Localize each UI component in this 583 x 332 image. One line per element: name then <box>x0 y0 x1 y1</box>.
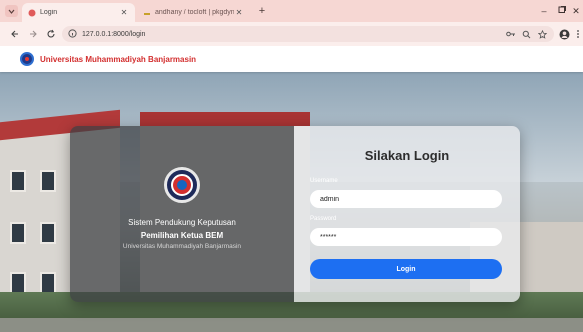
brand-name[interactable]: Universitas Muhammadiyah Banjarmasin <box>40 55 196 64</box>
login-heading: Silakan Login <box>364 148 450 163</box>
password-input[interactable] <box>310 228 502 246</box>
reload-icon[interactable] <box>45 28 57 40</box>
zoom-icon[interactable] <box>520 28 532 40</box>
tab-login[interactable]: Login ✕ <box>22 3 135 22</box>
background-ground <box>0 318 583 332</box>
tab-secondary[interactable]: andhany / tocloft | pkgdyn ✕ <box>137 3 250 22</box>
tab-title: Login <box>40 9 58 16</box>
password-key-icon[interactable] <box>505 28 517 40</box>
url-text: 127.0.0.1:8000/login <box>82 30 146 38</box>
minimize-icon[interactable]: – <box>537 4 551 18</box>
app-title: Sistem Pendukung Keputusan Pemilihan Ket… <box>70 216 294 242</box>
password-label: Password <box>310 216 337 222</box>
login-form-panel: Silakan Login Username Password Login <box>294 126 520 302</box>
university-seal-logo <box>164 167 200 203</box>
forward-icon[interactable] <box>27 28 39 40</box>
page-viewport: Universitas Muhammadiyah Banjarmasin Sis… <box>0 46 583 332</box>
close-window-icon[interactable]: ✕ <box>569 4 583 18</box>
username-label: Username <box>310 178 338 184</box>
institution-name: Universitas Muhammadiyah Banjarmasin <box>122 243 242 250</box>
app-title-line2: Pemilihan Ketua BEM <box>140 231 224 240</box>
close-tab-icon[interactable]: ✕ <box>234 8 244 17</box>
bookmark-star-icon[interactable] <box>536 28 548 40</box>
app-title-line1: Sistem Pendukung Keputusan <box>128 218 236 227</box>
restore-icon[interactable] <box>555 4 569 18</box>
site-info-icon[interactable] <box>68 25 77 43</box>
login-card-info-panel: Sistem Pendukung Keputusan Pemilihan Ket… <box>70 126 294 302</box>
profile-avatar-icon[interactable] <box>558 28 570 40</box>
browser-tabstrip: Login ✕ andhany / tocloft | pkgdyn ✕ + –… <box>0 0 583 22</box>
login-button[interactable]: Login <box>310 259 502 279</box>
address-bar[interactable]: 127.0.0.1:8000/login <box>62 26 554 42</box>
favicon-icon <box>143 9 151 17</box>
new-tab-icon[interactable]: + <box>256 5 268 17</box>
site-navbar: Universitas Muhammadiyah Banjarmasin <box>0 46 583 72</box>
browser-menu-icon[interactable] <box>572 28 583 40</box>
username-input[interactable] <box>310 190 502 208</box>
login-card: Sistem Pendukung Keputusan Pemilihan Ket… <box>70 126 520 302</box>
tab-title: andhany / tocloft | pkgdyn <box>155 9 234 16</box>
browser-toolbar: 127.0.0.1:8000/login <box>0 22 583 46</box>
tab-search-icon[interactable] <box>5 5 18 17</box>
favicon-icon <box>28 9 36 17</box>
university-logo-icon[interactable] <box>20 52 34 66</box>
back-icon[interactable] <box>9 28 21 40</box>
close-tab-icon[interactable]: ✕ <box>119 8 129 17</box>
